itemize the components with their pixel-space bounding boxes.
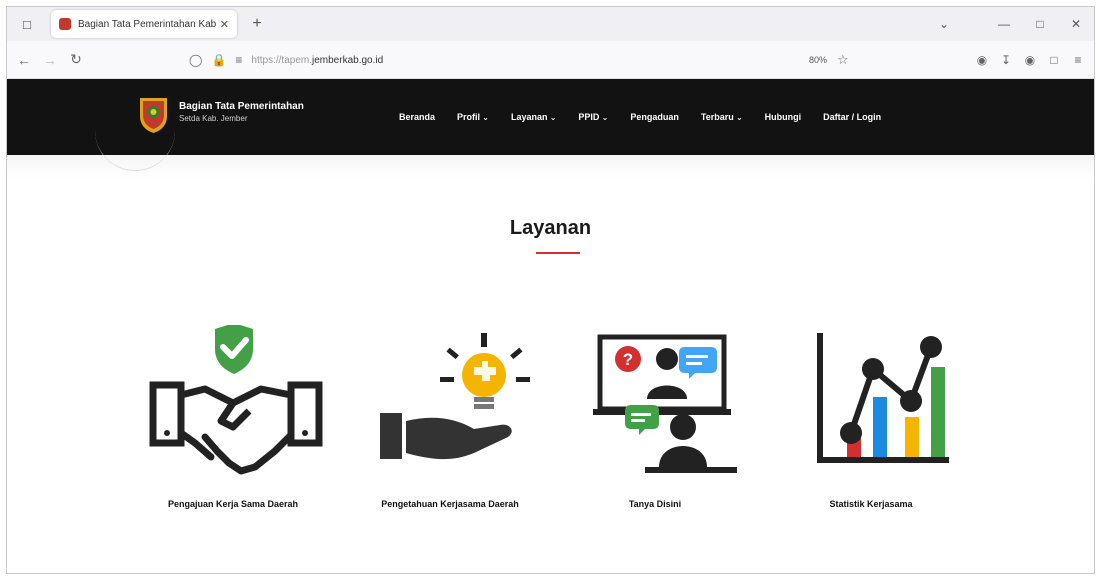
shield-icon[interactable]: ◯: [189, 53, 202, 67]
service-card-pengajuan[interactable]: Pengajuan Kerja Sama Daerah: [133, 325, 333, 535]
handshake-shield-icon: [149, 325, 323, 475]
site-favicon-icon: [59, 18, 71, 30]
bookmark-star-icon[interactable]: ☆: [837, 52, 849, 68]
reload-icon[interactable]: ↻: [63, 51, 89, 68]
download-icon[interactable]: ↧: [994, 53, 1018, 67]
tab-title: Bagian Tata Pemerintahan Kab.: [78, 18, 216, 30]
minimize-icon[interactable]: —: [986, 17, 1022, 31]
menu-item-terbaru[interactable]: Terbaru: [701, 112, 743, 122]
menu-item-ppid[interactable]: PPID: [578, 112, 608, 122]
section-underline: [536, 252, 580, 254]
menu-item-beranda[interactable]: Beranda: [399, 112, 435, 122]
menu-item-hubungi[interactable]: Hubungi: [765, 112, 802, 122]
menu-icon[interactable]: ≡: [1066, 53, 1090, 67]
service-label: Statistik Kerjasama: [829, 499, 913, 509]
menu-item-layanan[interactable]: Layanan: [511, 112, 556, 122]
lock-icon[interactable]: 🔒: [211, 53, 226, 67]
section-title: Layanan: [509, 217, 592, 239]
main-menu: Beranda Profil Layanan PPID Pengaduan Te…: [399, 79, 881, 155]
zoom-level[interactable]: 80%: [809, 55, 827, 65]
brand-name: Bagian Tata Pemerintahan: [179, 101, 304, 112]
permissions-icon[interactable]: ≡: [235, 53, 242, 67]
window-controls: ⌄ — □ ✕: [926, 7, 1094, 41]
browser-window: □ Bagian Tata Pemerintahan Kab. ✕ + ⌄ — …: [6, 6, 1095, 574]
chevron-down-icon[interactable]: ⌄: [926, 17, 962, 31]
statistics-chart-icon: [817, 333, 949, 463]
tab-list-icon[interactable]: □: [13, 10, 41, 38]
new-tab-icon[interactable]: +: [247, 15, 267, 33]
forward-icon[interactable]: →: [37, 52, 63, 68]
browser-tab[interactable]: Bagian Tata Pemerintahan Kab. ✕: [51, 10, 237, 38]
service-card-pengetahuan[interactable]: Pengetahuan Kerjasama Daerah: [350, 325, 550, 535]
navigation-bar: ← → ↻ ◯ 🔒 ≡ https://tapem. jemberkab.go.i…: [7, 41, 1094, 79]
account-icon[interactable]: ◉: [1018, 53, 1042, 67]
site-brand[interactable]: Bagian Tata Pemerintahan Setda Kab. Jemb…: [179, 100, 304, 124]
close-tab-icon[interactable]: ✕: [220, 18, 229, 31]
toolbar-icons: ◉ ↧ ◉ □ ≡: [970, 41, 1090, 79]
extensions-icon[interactable]: □: [1042, 53, 1066, 67]
header-shadow: [7, 155, 1094, 179]
close-window-icon[interactable]: ✕: [1058, 17, 1094, 31]
brand-subtitle: Setda Kab. Jember: [179, 114, 248, 123]
pocket-icon[interactable]: ◉: [970, 53, 994, 67]
service-card-tanya[interactable]: ? Tanya Disini: [555, 325, 755, 535]
svg-text:?: ?: [623, 350, 633, 369]
tab-strip: □ Bagian Tata Pemerintahan Kab. ✕ + ⌄ — …: [7, 7, 1094, 41]
lightbulb-hand-icon: [380, 333, 530, 460]
jember-logo-icon[interactable]: [138, 96, 169, 134]
menu-item-login[interactable]: Daftar / Login: [823, 112, 881, 122]
service-card-statistik[interactable]: Statistik Kerjasama: [771, 325, 971, 535]
address-bar[interactable]: ◯ 🔒 ≡ https://tapem. jemberkab.go.id 80% …: [189, 47, 869, 73]
menu-item-pengaduan[interactable]: Pengaduan: [630, 112, 679, 122]
menu-item-profil[interactable]: Profil: [457, 112, 489, 122]
service-label: Pengajuan Kerja Sama Daerah: [167, 499, 299, 509]
url-domain: jemberkab.go.id: [312, 54, 384, 66]
service-label: Pengetahuan Kerjasama Daerah: [381, 499, 519, 509]
chat-people-icon: ?: [593, 334, 737, 473]
url-prefix: https://tapem.: [251, 54, 312, 66]
back-icon[interactable]: ←: [11, 52, 37, 68]
service-label: Tanya Disini: [628, 499, 682, 509]
maximize-icon[interactable]: □: [1022, 17, 1058, 31]
